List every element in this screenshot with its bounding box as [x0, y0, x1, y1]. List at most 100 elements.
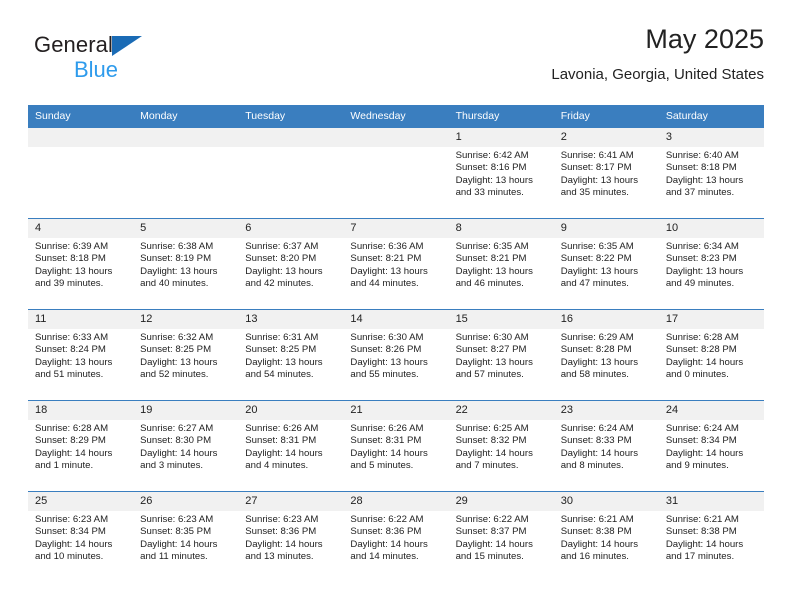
day-daylight-line: Daylight: 13 hours	[245, 265, 323, 277]
day-sunrise-line: Sunrise: 6:32 AM	[140, 332, 214, 343]
day-number: 9	[553, 219, 659, 238]
day-daylight-line: and 55 minutes.	[350, 369, 419, 381]
calendar-day-cell[interactable]: 19 Sunrise: 6:27 AM Sunset: 8:30 PM Dayligh…	[133, 400, 239, 492]
day-daylight-line: Daylight: 14 hours	[560, 538, 639, 550]
day-daylight-line: and 1 minute.	[35, 460, 94, 472]
calendar-day-cell[interactable]: 1 Sunrise: 6:42 AM Sunset: 8:16 PM Daylight…	[448, 127, 554, 219]
day-sun-info: Sunrise: 6:40 AM Sunset: 8:18 PM Daylight:…	[659, 147, 764, 200]
day-sunset-line: Sunset: 8:24 PM	[35, 344, 106, 356]
calendar-week-row: 1 Sunrise: 6:42 AM Sunset: 8:16 PM Daylight…	[28, 127, 764, 219]
calendar-day-cell[interactable]: 8 Sunrise: 6:35 AM Sunset: 8:21 PM Daylight…	[448, 218, 554, 310]
calendar-day-cell[interactable]: 5 Sunrise: 6:38 AM Sunset: 8:19 PM Daylight…	[133, 218, 239, 310]
day-daylight-line: Daylight: 14 hours	[35, 538, 113, 550]
day-number: 17	[658, 310, 764, 329]
day-sunrise-line: Sunrise: 6:41 AM	[560, 150, 634, 161]
day-number: 22	[448, 401, 554, 420]
day-sunrise-line: Sunrise: 6:42 AM	[455, 150, 529, 161]
day-sun-info: Sunrise: 6:24 AM Sunset: 8:34 PM Daylight:…	[659, 420, 764, 473]
day-daylight-line: and 16 minutes.	[560, 551, 629, 563]
general-blue-logo[interactable]: General Blue	[34, 32, 234, 88]
day-sun-info: Sunrise: 6:23 AM Sunset: 8:36 PM Daylight:…	[238, 511, 343, 564]
weekday-header-wednesday: Wednesday	[343, 105, 449, 128]
day-sunrise-line: Sunrise: 6:31 AM	[245, 332, 319, 343]
day-daylight-line: and 54 minutes.	[245, 369, 314, 381]
calendar-day-cell[interactable]: 6 Sunrise: 6:37 AM Sunset: 8:20 PM Daylight…	[238, 218, 344, 310]
day-sunrise-line: Sunrise: 6:23 AM	[140, 514, 214, 525]
calendar-day-cell[interactable]: 31 Sunrise: 6:21 AM Sunset: 8:38 PM Dayligh…	[658, 491, 764, 582]
weekday-header-tuesday: Tuesday	[238, 105, 344, 128]
calendar-day-cell[interactable]: 4 Sunrise: 6:39 AM Sunset: 8:18 PM Daylight…	[28, 218, 134, 310]
day-number: 31	[658, 492, 764, 511]
day-sun-info: Sunrise: 6:25 AM Sunset: 8:32 PM Daylight:…	[449, 420, 554, 473]
calendar-day-cell[interactable]: 13 Sunrise: 6:31 AM Sunset: 8:25 PM Dayligh…	[238, 309, 344, 401]
calendar-day-cell[interactable]: 12 Sunrise: 6:32 AM Sunset: 8:25 PM Dayligh…	[133, 309, 239, 401]
day-sunset-line: Sunset: 8:26 PM	[350, 344, 422, 356]
calendar-day-cell[interactable]: 3 Sunrise: 6:40 AM Sunset: 8:18 PM Daylight…	[658, 127, 764, 219]
day-daylight-line: and 11 minutes.	[140, 551, 208, 563]
weekday-header-sunday: Sunday	[28, 105, 134, 128]
day-sunset-line: Sunset: 8:18 PM	[665, 162, 737, 174]
day-sunset-line: Sunset: 8:23 PM	[665, 253, 737, 265]
weekday-header-saturday: Saturday	[658, 105, 764, 128]
day-sun-info: Sunrise: 6:26 AM Sunset: 8:31 PM Daylight:…	[343, 420, 448, 473]
calendar-day-cell[interactable]: 9 Sunrise: 6:35 AM Sunset: 8:22 PM Daylight…	[553, 218, 659, 310]
day-daylight-line: and 7 minutes.	[455, 460, 519, 472]
day-sun-info: Sunrise: 6:32 AM Sunset: 8:25 PM Daylight:…	[133, 329, 238, 382]
day-daylight-line: Daylight: 14 hours	[560, 447, 639, 459]
day-number: 19	[133, 401, 239, 420]
day-sunset-line: Sunset: 8:38 PM	[560, 526, 632, 538]
day-sunset-line: Sunset: 8:33 PM	[560, 435, 632, 447]
calendar-day-cell[interactable]: 14 Sunrise: 6:30 AM Sunset: 8:26 PM Dayligh…	[343, 309, 449, 401]
day-daylight-line: Daylight: 14 hours	[665, 538, 744, 550]
calendar-day-cell[interactable]: 24 Sunrise: 6:24 AM Sunset: 8:34 PM Dayligh…	[658, 400, 764, 492]
day-sunrise-line: Sunrise: 6:40 AM	[665, 150, 739, 161]
day-sunset-line: Sunset: 8:25 PM	[245, 344, 317, 356]
day-daylight-line: Daylight: 14 hours	[665, 447, 744, 459]
day-number: 25	[28, 492, 134, 511]
day-daylight-line: and 8 minutes.	[560, 460, 624, 472]
day-daylight-line: Daylight: 13 hours	[245, 356, 323, 368]
calendar-day-cell[interactable]: 29 Sunrise: 6:22 AM Sunset: 8:37 PM Dayligh…	[448, 491, 554, 582]
day-daylight-line: Daylight: 13 hours	[140, 356, 218, 368]
calendar-day-cell[interactable]: 26 Sunrise: 6:23 AM Sunset: 8:35 PM Dayligh…	[133, 491, 239, 582]
calendar-day-cell[interactable]: 11 Sunrise: 6:33 AM Sunset: 8:24 PM Dayligh…	[28, 309, 134, 401]
day-sun-info: Sunrise: 6:37 AM Sunset: 8:20 PM Daylight:…	[238, 238, 343, 291]
day-sunset-line: Sunset: 8:17 PM	[560, 162, 632, 174]
calendar-day-cell[interactable]: 7 Sunrise: 6:36 AM Sunset: 8:21 PM Daylight…	[343, 218, 449, 310]
day-sunset-line: Sunset: 8:37 PM	[455, 526, 527, 538]
day-sunset-line: Sunset: 8:36 PM	[350, 526, 422, 538]
calendar-day-cell[interactable]: 21 Sunrise: 6:26 AM Sunset: 8:31 PM Dayligh…	[343, 400, 449, 492]
calendar-day-cell[interactable]: 30 Sunrise: 6:21 AM Sunset: 8:38 PM Dayligh…	[553, 491, 659, 582]
calendar-week-row: 11 Sunrise: 6:33 AM Sunset: 8:24 PM Dayligh…	[28, 309, 764, 401]
day-number: 1	[448, 128, 554, 147]
day-number: 2	[553, 128, 659, 147]
calendar-day-cell[interactable]: 2 Sunrise: 6:41 AM Sunset: 8:17 PM Daylight…	[553, 127, 659, 219]
calendar-day-cell[interactable]: 15 Sunrise: 6:30 AM Sunset: 8:27 PM Dayligh…	[448, 309, 554, 401]
calendar-day-cell[interactable]: 20 Sunrise: 6:26 AM Sunset: 8:31 PM Dayligh…	[238, 400, 344, 492]
day-sunrise-line: Sunrise: 6:23 AM	[35, 514, 109, 525]
calendar-grid: Sunday Monday Tuesday Wednesday Thursday…	[28, 105, 764, 582]
day-number: 27	[238, 492, 344, 511]
day-number: 13	[238, 310, 344, 329]
day-sunrise-line: Sunrise: 6:34 AM	[665, 241, 739, 252]
calendar-day-cell[interactable]: 10 Sunrise: 6:34 AM Sunset: 8:23 PM Dayligh…	[658, 218, 764, 310]
day-number	[238, 128, 344, 147]
calendar-day-cell[interactable]: 18 Sunrise: 6:28 AM Sunset: 8:29 PM Dayligh…	[28, 400, 134, 492]
calendar-day-cell[interactable]: 23 Sunrise: 6:24 AM Sunset: 8:33 PM Dayligh…	[553, 400, 659, 492]
calendar-week-row: 18 Sunrise: 6:28 AM Sunset: 8:29 PM Dayligh…	[28, 400, 764, 492]
day-daylight-line: Daylight: 13 hours	[455, 356, 533, 368]
calendar-day-cell[interactable]: 22 Sunrise: 6:25 AM Sunset: 8:32 PM Dayligh…	[448, 400, 554, 492]
day-daylight-line: and 9 minutes.	[665, 460, 729, 472]
calendar-day-cell[interactable]: 27 Sunrise: 6:23 AM Sunset: 8:36 PM Dayligh…	[238, 491, 344, 582]
day-number: 21	[343, 401, 449, 420]
day-daylight-line: Daylight: 14 hours	[245, 538, 323, 550]
calendar-day-cell[interactable]: 25 Sunrise: 6:23 AM Sunset: 8:34 PM Dayligh…	[28, 491, 134, 582]
day-number: 14	[343, 310, 449, 329]
day-daylight-line: Daylight: 14 hours	[245, 447, 323, 459]
day-daylight-line: and 37 minutes.	[665, 187, 735, 199]
calendar-day-cell[interactable]: 16 Sunrise: 6:29 AM Sunset: 8:28 PM Dayligh…	[553, 309, 659, 401]
weekday-header-monday: Monday	[133, 105, 239, 128]
calendar-day-cell[interactable]: 17 Sunrise: 6:28 AM Sunset: 8:28 PM Dayligh…	[658, 309, 764, 401]
calendar-day-cell[interactable]: 28 Sunrise: 6:22 AM Sunset: 8:36 PM Dayligh…	[343, 491, 449, 582]
day-sun-info: Sunrise: 6:24 AM Sunset: 8:33 PM Daylight:…	[554, 420, 659, 473]
